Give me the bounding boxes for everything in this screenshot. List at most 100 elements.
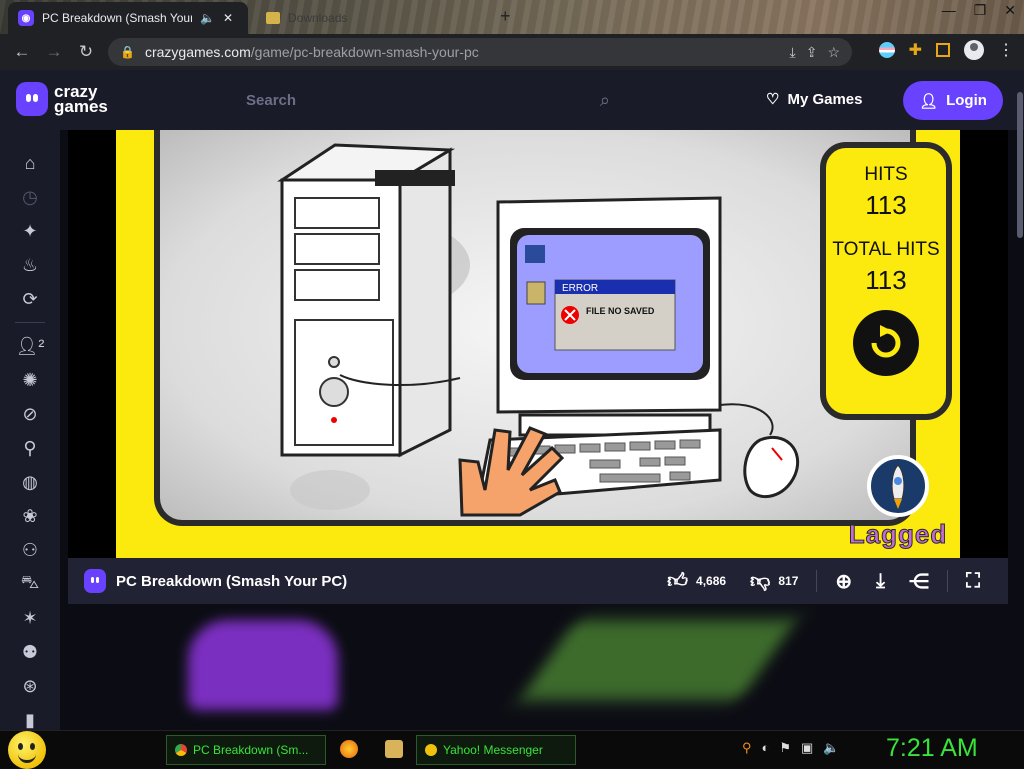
crazygames-page: crazy games ⌕ ♡ My Games 👤︎ Login ⌂ ◷ ✦ … xyxy=(0,70,1024,730)
sparkle-icon[interactable]: ✦ xyxy=(0,214,60,248)
download-button[interactable]: ⤓ xyxy=(864,570,897,593)
audio-playing-icon[interactable]: 🔈 xyxy=(200,11,215,25)
os-taskbar: PC Breakdown (Sm... Yahoo! Messenger ⚲ ◐… xyxy=(0,730,1024,769)
page-scrollbar[interactable] xyxy=(1017,92,1023,238)
desktop-computer-icon[interactable] xyxy=(525,245,545,263)
report-button[interactable]: ⊕ xyxy=(823,569,864,594)
crazygames-logo-icon xyxy=(16,82,48,116)
extensions-puzzle-icon[interactable]: ✚ xyxy=(909,40,922,60)
search-input[interactable] xyxy=(246,91,600,109)
folder-icon[interactable] xyxy=(385,740,403,758)
sidebar-divider xyxy=(15,322,45,323)
restart-button[interactable] xyxy=(853,310,919,376)
volume-icon[interactable]: 🔈 xyxy=(823,740,839,756)
tab-pc-breakdown[interactable]: ◉ PC Breakdown (Smash Your PC) 🔈 ✕ xyxy=(8,2,248,34)
fullscreen-icon: ⛶ xyxy=(966,569,980,592)
refresh-icon[interactable]: ⟳ xyxy=(0,282,60,316)
status-icon[interactable]: ◐ xyxy=(762,740,770,756)
restore-icon[interactable]: ❐ xyxy=(974,2,987,19)
back-button[interactable]: ← xyxy=(6,42,38,62)
controller-icon[interactable]: ⚉ xyxy=(0,635,60,669)
compass-icon[interactable]: ⊘ xyxy=(0,397,60,431)
multiplayer-icon[interactable]: 👤︎² xyxy=(0,329,60,363)
steering-wheel-icon[interactable]: ⊛ xyxy=(0,669,60,703)
basketball-icon[interactable]: ◍ xyxy=(0,465,60,499)
close-tab-icon[interactable]: ✕ xyxy=(223,11,233,25)
bug-report-icon: ⊕ xyxy=(835,570,853,593)
thumbs-up-icon: 👍︎ xyxy=(667,570,689,592)
game-scene[interactable]: ERROR FILE NO SAVED xyxy=(154,130,916,526)
taskbar-clock[interactable]: 7:21 AM xyxy=(886,734,978,763)
dislike-button[interactable]: 👎︎ 817 xyxy=(738,569,810,593)
lagged-wordmark: Lagged xyxy=(848,519,948,550)
flower-icon[interactable]: ❀ xyxy=(0,499,60,533)
start-smiley-icon[interactable] xyxy=(8,731,46,769)
taskbar-item-chrome[interactable]: PC Breakdown (Sm... xyxy=(166,735,326,765)
fullscreen-button[interactable]: ⛶ xyxy=(954,570,992,593)
crazygames-logo[interactable]: crazy games xyxy=(16,82,108,116)
pc-tower[interactable] xyxy=(277,143,456,458)
clock-icon[interactable]: ◷ xyxy=(0,180,60,214)
bookmark-star-icon[interactable]: ☆ xyxy=(827,44,840,61)
download-icon: ⤓ xyxy=(876,569,885,592)
game-info-bar: PC Breakdown (Smash Your PC) 👍︎ 4,686 👎︎… xyxy=(68,558,1008,604)
hits-label: HITS xyxy=(864,164,908,185)
system-tray: ⚲ ◐ ⚑ ▣ 🔈 xyxy=(742,740,840,756)
blurred-thumbnail-2[interactable] xyxy=(519,620,797,700)
lagged-logo[interactable]: Lagged xyxy=(838,455,958,555)
game-canvas[interactable]: ERROR FILE NO SAVED HITS 113 TOTAL HITS … xyxy=(116,130,960,558)
window-close-icon[interactable]: ✕ xyxy=(1004,2,1016,19)
share-button[interactable]: ⋲ xyxy=(897,569,941,594)
browser-menu-icon[interactable]: ⋮ xyxy=(998,40,1014,60)
rocket-icon xyxy=(867,455,929,517)
extension-flag-icon[interactable] xyxy=(878,42,895,58)
search-tray-icon[interactable]: ⚲ xyxy=(742,740,752,756)
total-hits-value: 113 xyxy=(865,265,907,295)
login-button[interactable]: 👤︎ Login xyxy=(903,81,1003,120)
tab-title: Downloads xyxy=(288,11,348,25)
network-icon[interactable]: ▣ xyxy=(801,740,813,756)
side-panel-icon[interactable] xyxy=(936,43,950,57)
car-icon[interactable]: ⛍ xyxy=(0,567,60,601)
profile-avatar-icon[interactable] xyxy=(964,40,984,60)
mouse[interactable] xyxy=(719,403,800,499)
crazygames-small-logo-icon xyxy=(84,569,106,593)
lock-icon[interactable]: 🔒 xyxy=(120,45,135,59)
reload-button[interactable]: ↻ xyxy=(70,42,102,62)
game-actions: 👍︎ 4,686 👎︎ 817 ⊕ ⤓ ⋲ ⛶ xyxy=(655,558,992,604)
share-icon[interactable]: ⇪ xyxy=(806,44,818,61)
recycle-bin-icon[interactable] xyxy=(526,281,546,305)
game-frame: ERROR FILE NO SAVED HITS 113 TOTAL HITS … xyxy=(68,130,1008,558)
category-sidebar: ⌂ ◷ ✦ ♨ ⟳ 👤︎² ✺ ⊘ ⚲ ◍ ❀ ⚇ ⛍ ✶ ⚉ ⊛ ▮ xyxy=(0,130,60,730)
new-tab-button[interactable]: + xyxy=(500,6,511,27)
like-button[interactable]: 👍︎ 4,686 xyxy=(655,569,738,593)
joystick-icon[interactable]: ⚲ xyxy=(0,431,60,465)
blurred-thumbnail-1[interactable] xyxy=(188,620,338,710)
error-title: ERROR xyxy=(562,283,599,294)
window-controls: — ❐ ✕ xyxy=(942,2,1016,19)
search-icon[interactable]: ⌕ xyxy=(600,90,610,111)
taskbar-item-yahoo-messenger[interactable]: Yahoo! Messenger xyxy=(416,735,576,765)
folder-icon xyxy=(266,12,280,24)
tab-downloads[interactable]: Downloads xyxy=(258,6,488,30)
yahoo-smiley-icon xyxy=(425,744,437,756)
related-games-preview xyxy=(68,604,1008,730)
firefox-icon[interactable] xyxy=(340,740,358,758)
my-games-label: My Games xyxy=(787,90,863,108)
install-app-icon[interactable]: ⤓ xyxy=(790,44,796,61)
star-burst-icon[interactable]: ✶ xyxy=(0,601,60,635)
address-bar[interactable]: 🔒 crazygames.com/game/pc-breakdown-smash… xyxy=(108,38,852,66)
my-games-link[interactable]: ♡ My Games xyxy=(766,90,863,109)
extensions-area: ✚ ⋮ xyxy=(878,40,1014,60)
flame-icon[interactable]: ♨ xyxy=(0,248,60,282)
explosion-icon[interactable]: ✺ xyxy=(0,363,60,397)
hits-panel: HITS 113 TOTAL HITS 113 xyxy=(820,142,952,420)
forward-button[interactable]: → xyxy=(38,42,70,62)
home-icon[interactable]: ⌂ xyxy=(0,146,60,180)
smudge-2 xyxy=(290,470,370,510)
minimize-icon[interactable]: — xyxy=(942,2,956,19)
door-icon[interactable]: ▮ xyxy=(0,703,60,730)
game-title: PC Breakdown (Smash Your PC) xyxy=(116,572,348,590)
flag-icon[interactable]: ⚑ xyxy=(779,740,791,756)
bicycle-icon[interactable]: ⚇ xyxy=(0,533,60,567)
